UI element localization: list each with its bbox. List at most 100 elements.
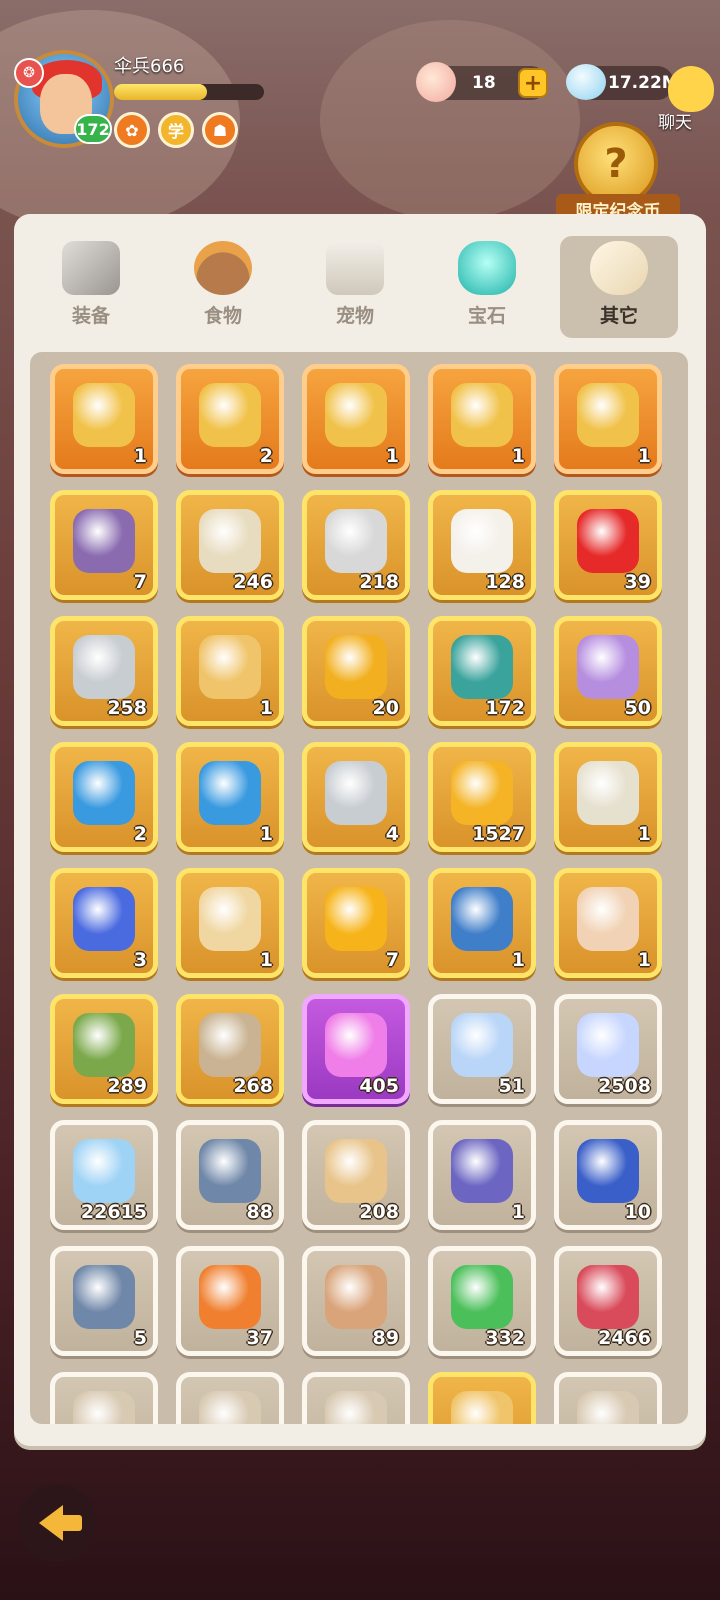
item-count: 246 [233, 571, 273, 593]
inventory-item[interactable]: 218 [302, 490, 410, 600]
inventory-item[interactable]: 208 [302, 1120, 410, 1230]
item-count: 2 [259, 445, 273, 467]
sleeping-boy-icon [577, 887, 639, 951]
spiral-coin-icon [451, 761, 513, 825]
pet-crystal-cat-icon [451, 383, 513, 447]
figure-card-icon [451, 1139, 513, 1203]
inventory-item[interactable]: 2 [50, 742, 158, 852]
prism-icon [73, 1139, 135, 1203]
inventory-item[interactable] [176, 1372, 284, 1424]
inventory-item[interactable]: 172 [428, 616, 536, 726]
inventory-item[interactable]: 1 [554, 364, 662, 474]
inventory-item[interactable] [50, 1372, 158, 1424]
tab-label: 宝石 [467, 305, 506, 327]
pet-crystal-bull-icon [325, 383, 387, 447]
tab-gems[interactable]: 宝石 [428, 236, 546, 338]
player-level-badge: 172 [74, 114, 112, 144]
item-count: 89 [372, 1327, 399, 1349]
inventory-item[interactable] [428, 1372, 536, 1424]
inventory-item[interactable]: 88 [176, 1120, 284, 1230]
amber-egg-icon [325, 887, 387, 951]
buff-icon-2[interactable]: 学 [158, 112, 194, 148]
item-count: 2 [133, 823, 147, 845]
inventory-item[interactable] [302, 1372, 410, 1424]
item-count: 39 [624, 571, 651, 593]
inventory-item[interactable]: 268 [176, 994, 284, 1104]
inventory-item[interactable]: 1 [428, 364, 536, 474]
item-count: 1 [385, 445, 399, 467]
add-shell-button[interactable]: + [518, 68, 548, 98]
inventory-item[interactable]: 1 [176, 868, 284, 978]
paw-scroll-icon [325, 1265, 387, 1329]
inventory-item[interactable]: 332 [428, 1246, 536, 1356]
dice-icon [451, 509, 513, 573]
moon-icon [451, 1013, 513, 1077]
pet-skull-icon [326, 241, 384, 295]
blue-bag-icon [73, 761, 135, 825]
tab-label: 宠物 [335, 305, 374, 327]
inventory-item[interactable]: 7 [302, 868, 410, 978]
inventory-item[interactable]: 1 [302, 364, 410, 474]
inventory-item[interactable]: 405 [302, 994, 410, 1104]
inventory-item[interactable]: 2508 [554, 994, 662, 1104]
partial-item-icon [325, 1391, 387, 1424]
tab-others[interactable]: 其它 [560, 236, 678, 338]
inventory-item[interactable]: 5 [50, 1246, 158, 1356]
purple-chest-icon [73, 509, 135, 573]
inventory-item[interactable]: 39 [554, 490, 662, 600]
inventory-item[interactable]: 1 [554, 868, 662, 978]
tab-pets[interactable]: 宠物 [296, 236, 414, 338]
buff-icon-3[interactable]: ☗ [202, 112, 238, 148]
carrot-bag-icon [451, 635, 513, 699]
partial-item-icon [73, 1391, 135, 1424]
background-decoration [320, 20, 580, 220]
inventory-item[interactable]: 246 [176, 490, 284, 600]
chat-label[interactable]: 聊天 [658, 108, 692, 133]
tab-equipment[interactable]: 装备 [32, 236, 150, 338]
buff-icon-1[interactable]: ✿ [114, 112, 150, 148]
item-grid: 1 2 1 1 1 7 246 218 128 39 258 1 20 172 50 2 1 4 1527 1 3 1 7 1… [30, 352, 688, 1424]
inventory-item[interactable]: 2466 [554, 1246, 662, 1356]
inventory-item[interactable]: 89 [302, 1246, 410, 1356]
tab-food[interactable]: 食物 [164, 236, 282, 338]
silver-chest-icon [73, 1265, 135, 1329]
inventory-item[interactable]: 1527 [428, 742, 536, 852]
chat-icon[interactable] [668, 66, 714, 112]
inventory-item[interactable]: 22615 [50, 1120, 158, 1230]
inventory-item[interactable]: 1 [176, 742, 284, 852]
inventory-item[interactable]: 1 [428, 1120, 536, 1230]
inventory-item[interactable]: 4 [302, 742, 410, 852]
inventory-item[interactable]: 289 [50, 994, 158, 1104]
tab-label: 食物 [203, 305, 242, 327]
bone-icon [590, 241, 648, 295]
inventory-item[interactable]: 1 [428, 868, 536, 978]
item-count: 332 [485, 1327, 525, 1349]
inventory-item[interactable]: 128 [428, 490, 536, 600]
inventory-item[interactable] [554, 1372, 662, 1424]
inventory-item[interactable]: 7 [50, 490, 158, 600]
inventory-item[interactable]: 2 [176, 364, 284, 474]
inventory-item[interactable]: 50 [554, 616, 662, 726]
item-count: 51 [498, 1075, 525, 1097]
vip-badge-icon[interactable]: ❂ [14, 58, 44, 88]
inventory-item[interactable]: 1 [554, 742, 662, 852]
inventory-item[interactable]: 3 [50, 868, 158, 978]
inventory-item[interactable]: 20 [302, 616, 410, 726]
item-count: 7 [385, 949, 399, 971]
magnifier-icon [325, 761, 387, 825]
inventory-item[interactable]: 10 [554, 1120, 662, 1230]
item-count: 128 [485, 571, 525, 593]
pet-crystal-hedgehog-icon [73, 383, 135, 447]
inventory-item[interactable]: 37 [176, 1246, 284, 1356]
exp-bar [114, 84, 264, 100]
inventory-item[interactable]: 258 [50, 616, 158, 726]
item-count: 50 [624, 697, 651, 719]
player-name: 伞兵666 [114, 56, 185, 77]
inventory-item[interactable]: 1 [176, 616, 284, 726]
inventory-item[interactable]: 51 [428, 994, 536, 1104]
inventory-item[interactable]: 1 [50, 364, 158, 474]
item-count: 1 [259, 949, 273, 971]
gem-icon [458, 241, 516, 295]
back-button[interactable] [18, 1484, 96, 1562]
partial-item-icon [199, 1391, 261, 1424]
